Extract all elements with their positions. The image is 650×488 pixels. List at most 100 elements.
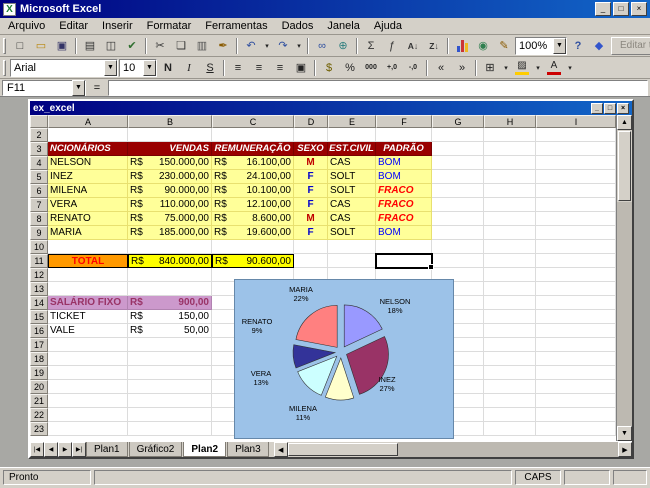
cell-H20[interactable] (484, 380, 536, 394)
sheet-tab-plan2[interactable]: Plan2 (183, 442, 226, 457)
cell-H17[interactable] (484, 338, 536, 352)
cell-A23[interactable] (48, 422, 128, 436)
tab-scroll-prev-icon[interactable]: ◀ (44, 442, 58, 457)
cell-F10[interactable] (376, 240, 432, 254)
cell-C9[interactable]: R$19.600,00 (212, 226, 294, 240)
cell-I21[interactable] (536, 394, 616, 408)
cell-I14[interactable] (536, 296, 616, 310)
cell-H10[interactable] (484, 240, 536, 254)
cell-G6[interactable] (432, 184, 484, 198)
cell-I5[interactable] (536, 170, 616, 184)
cell-A15[interactable]: TICKET (48, 310, 128, 324)
menu-editar[interactable]: Editar (52, 19, 95, 33)
cell-B23[interactable] (128, 422, 212, 436)
row-header-19[interactable]: 19 (30, 366, 48, 380)
row-header-14[interactable]: 14 (30, 296, 48, 310)
cell-A2[interactable] (48, 128, 128, 142)
save-icon[interactable]: ▣ (52, 37, 72, 55)
close-button[interactable]: × (617, 103, 629, 114)
cell-G4[interactable] (432, 156, 484, 170)
formula-input[interactable] (108, 80, 648, 96)
cell-E6[interactable]: SOLT (328, 184, 376, 198)
cell-B8[interactable]: R$75.000,00 (128, 212, 212, 226)
print-preview-icon[interactable]: ◫ (101, 37, 121, 55)
scroll-left-icon[interactable]: ◀ (274, 442, 288, 457)
row-header-22[interactable]: 22 (30, 408, 48, 422)
cell-F4[interactable]: BOM (376, 156, 432, 170)
sheet-tab-plan3[interactable]: Plan3 (227, 442, 269, 457)
increase-decimal-icon[interactable]: +,0 (382, 59, 402, 77)
cell-H8[interactable] (484, 212, 536, 226)
comma-style-icon[interactable]: 000 (361, 59, 381, 77)
row-header-6[interactable]: 6 (30, 184, 48, 198)
cell-H13[interactable] (484, 282, 536, 296)
cell-C8[interactable]: R$8.600,00 (212, 212, 294, 226)
cut-icon[interactable]: ✂ (150, 37, 170, 55)
row-header-2[interactable]: 2 (30, 128, 48, 142)
restore-button[interactable]: □ (604, 103, 616, 114)
cell-B15[interactable]: R$150,00 (128, 310, 212, 324)
cell-H22[interactable] (484, 408, 536, 422)
cell-F2[interactable] (376, 128, 432, 142)
cell-E10[interactable] (328, 240, 376, 254)
cell-H4[interactable] (484, 156, 536, 170)
cell-D10[interactable] (294, 240, 328, 254)
cell-B10[interactable] (128, 240, 212, 254)
row-header-12[interactable]: 12 (30, 268, 48, 282)
minimize-button[interactable]: _ (591, 103, 603, 114)
menu-ferramentas[interactable]: Ferramentas (198, 19, 274, 33)
cell-F3[interactable]: PADRÃO (376, 142, 432, 156)
cell-B17[interactable] (128, 338, 212, 352)
decrease-decimal-icon[interactable]: -,0 (403, 59, 423, 77)
cell-G9[interactable] (432, 226, 484, 240)
cell-B21[interactable] (128, 394, 212, 408)
insert-hyperlink-icon[interactable]: ∞ (312, 37, 332, 55)
cell-H15[interactable] (484, 310, 536, 324)
cell-H6[interactable] (484, 184, 536, 198)
cell-A5[interactable]: INEZ (48, 170, 128, 184)
copy-icon[interactable]: ❏ (171, 37, 191, 55)
column-header-F[interactable]: F (376, 115, 432, 128)
cell-A17[interactable] (48, 338, 128, 352)
menu-formatar[interactable]: Formatar (140, 19, 199, 33)
align-left-icon[interactable]: ≡ (228, 59, 248, 77)
fill-color-dropdown-icon[interactable]: ▾ (533, 59, 543, 77)
currency-style-icon[interactable]: $ (319, 59, 339, 77)
autosum-icon[interactable]: Σ (361, 37, 381, 55)
cell-D11[interactable] (294, 254, 328, 268)
minimize-button[interactable]: _ (595, 2, 611, 16)
cell-I17[interactable] (536, 338, 616, 352)
cell-I20[interactable] (536, 380, 616, 394)
cell-A13[interactable] (48, 282, 128, 296)
cell-I13[interactable] (536, 282, 616, 296)
borders-icon[interactable]: ⊞ (480, 59, 500, 77)
cell-I3[interactable] (536, 142, 616, 156)
cell-B13[interactable] (128, 282, 212, 296)
cell-E3[interactable]: EST.CIVIL (328, 142, 376, 156)
cell-H5[interactable] (484, 170, 536, 184)
cell-I10[interactable] (536, 240, 616, 254)
cell-E9[interactable]: SOLT (328, 226, 376, 240)
cell-A4[interactable]: NELSON (48, 156, 128, 170)
cell-A11[interactable]: TOTAL (48, 254, 128, 268)
cell-H12[interactable] (484, 268, 536, 282)
row-header-23[interactable]: 23 (30, 422, 48, 436)
scroll-up-icon[interactable]: ▲ (617, 115, 632, 130)
cell-C7[interactable]: R$12.100,00 (212, 198, 294, 212)
column-header-D[interactable]: D (294, 115, 328, 128)
cell-A21[interactable] (48, 394, 128, 408)
tab-scroll-first-icon[interactable]: |◀ (30, 442, 44, 457)
chevron-down-icon[interactable]: ▼ (104, 60, 117, 76)
italic-icon[interactable]: I (179, 59, 199, 77)
borders-dropdown-icon[interactable]: ▾ (501, 59, 511, 77)
horizontal-scroll-track[interactable] (398, 442, 618, 457)
undo-icon[interactable]: ↶ (241, 37, 261, 55)
align-center-icon[interactable]: ≡ (249, 59, 269, 77)
office-assistant-icon[interactable]: ? (568, 37, 588, 55)
cell-D4[interactable]: M (294, 156, 328, 170)
row-header-4[interactable]: 4 (30, 156, 48, 170)
cell-E7[interactable]: CAS (328, 198, 376, 212)
redo-icon[interactable]: ↷ (273, 37, 293, 55)
cell-I22[interactable] (536, 408, 616, 422)
cell-I11[interactable] (536, 254, 616, 268)
